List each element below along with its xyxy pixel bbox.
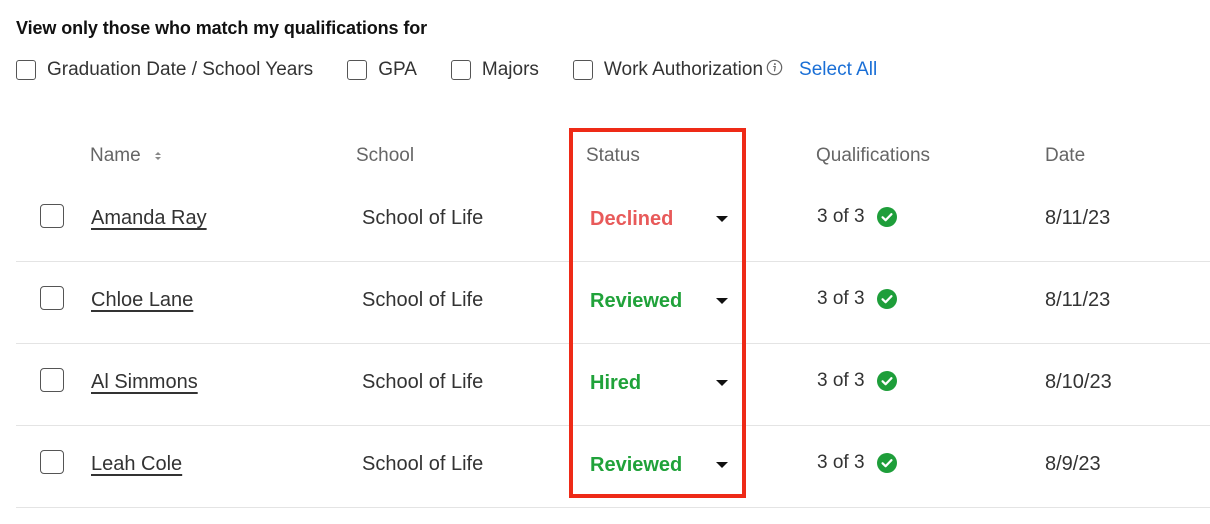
qualifications-cell: 3 of 3 — [817, 288, 897, 310]
applicants-table: Name School Status Qualifications Date A… — [16, 130, 1210, 508]
caret-down-icon — [716, 462, 728, 468]
caret-down-icon — [716, 216, 728, 222]
qualifications-count: 3 of 3 — [817, 370, 865, 391]
date-cell: 8/10/23 — [1045, 371, 1112, 393]
status-dropdown[interactable]: Declined — [590, 201, 732, 237]
select-all-link[interactable]: Select All — [799, 59, 877, 81]
filter-majors-label: Majors — [481, 59, 539, 80]
date-cell: 8/11/23 — [1045, 207, 1111, 229]
table-header: Name School Status Qualifications Date — [16, 130, 1210, 180]
status-value: Reviewed — [590, 453, 683, 476]
qualification-filters: Graduation Date / School Years GPA Major… — [16, 58, 877, 82]
column-header-name-label: Name — [90, 145, 141, 166]
check-circle-icon — [876, 371, 897, 391]
caret-down-icon — [716, 298, 728, 304]
qualifications-count: 3 of 3 — [817, 288, 865, 309]
filter-graduation-date-checkbox[interactable] — [16, 60, 36, 80]
row-checkbox[interactable] — [40, 450, 64, 474]
status-dropdown[interactable]: Hired — [590, 365, 732, 401]
row-checkbox[interactable] — [40, 204, 64, 228]
table-row: Leah Cole School of Life Reviewed 3 of 3… — [16, 426, 1210, 508]
qualifications-count: 3 of 3 — [817, 206, 865, 227]
check-circle-icon — [876, 289, 897, 309]
filter-title: View only those who match my qualificati… — [16, 18, 428, 38]
school-cell: School of Life — [362, 207, 484, 229]
school-cell: School of Life — [362, 453, 484, 475]
filter-work-authorization-checkbox[interactable] — [572, 60, 593, 80]
caret-down-icon — [716, 380, 728, 386]
applicant-name-link[interactable]: Al Simmons — [91, 371, 198, 394]
filter-work-authorization[interactable]: Work Authorization — [572, 59, 783, 81]
filter-majors-checkbox[interactable] — [450, 60, 471, 80]
sort-icon[interactable] — [154, 150, 162, 162]
qualifications-cell: 3 of 3 — [817, 206, 897, 228]
filter-majors[interactable]: Majors — [450, 59, 539, 81]
info-icon[interactable] — [766, 59, 783, 76]
row-checkbox[interactable] — [40, 368, 64, 392]
status-dropdown[interactable]: Reviewed — [590, 447, 732, 483]
column-header-status: Status — [586, 145, 640, 166]
qualifications-count: 3 of 3 — [817, 452, 865, 473]
filter-work-authorization-label: Work Authorization — [603, 59, 764, 80]
column-header-school: School — [356, 145, 415, 166]
date-cell: 8/9/23 — [1045, 453, 1101, 475]
table-row: Amanda Ray School of Life Declined 3 of … — [16, 180, 1210, 262]
filter-graduation-date[interactable]: Graduation Date / School Years — [16, 59, 313, 81]
filter-gpa-checkbox[interactable] — [347, 60, 368, 80]
table-row: Al Simmons School of Life Hired 3 of 3 8… — [16, 344, 1210, 426]
date-cell: 8/11/23 — [1045, 289, 1111, 311]
status-value: Hired — [590, 371, 642, 394]
table-row: Chloe Lane School of Life Reviewed 3 of … — [16, 262, 1210, 344]
status-dropdown[interactable]: Reviewed — [590, 283, 732, 319]
column-header-qualifications: Qualifications — [816, 145, 931, 166]
status-value: Reviewed — [590, 289, 683, 312]
qualifications-cell: 3 of 3 — [817, 452, 897, 474]
status-value: Declined — [590, 207, 674, 230]
filter-gpa[interactable]: GPA — [347, 59, 417, 81]
school-cell: School of Life — [362, 371, 484, 393]
column-header-date: Date — [1045, 145, 1086, 166]
check-circle-icon — [876, 453, 897, 473]
applicant-name-link[interactable]: Chloe Lane — [91, 289, 193, 312]
qualifications-cell: 3 of 3 — [817, 370, 897, 392]
column-header-name[interactable]: Name — [90, 145, 162, 167]
applicant-name-link[interactable]: Amanda Ray — [91, 207, 207, 230]
check-circle-icon — [876, 207, 897, 227]
table-body: Amanda Ray School of Life Declined 3 of … — [16, 180, 1210, 508]
filter-gpa-label: GPA — [378, 59, 417, 80]
row-checkbox[interactable] — [40, 286, 64, 310]
applicant-name-link[interactable]: Leah Cole — [91, 453, 182, 476]
school-cell: School of Life — [362, 289, 484, 311]
filter-graduation-date-label: Graduation Date / School Years — [47, 59, 314, 80]
